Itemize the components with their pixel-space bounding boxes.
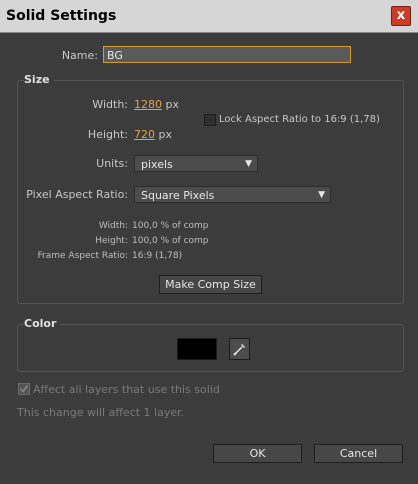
height-label: Height: [87,128,128,141]
size-group-title: Size [24,73,54,86]
cancel-button[interactable]: Cancel [314,444,403,463]
width-field: 1280 px [134,98,179,111]
ok-button[interactable]: OK [213,444,302,463]
color-swatch[interactable] [177,338,217,360]
info-height-label: Height: [95,236,128,246]
change-note: This change will affect 1 layer. [17,406,185,419]
height-value[interactable]: 720 [134,128,155,141]
color-group-title: Color [24,317,61,330]
window-title: Solid Settings [6,8,117,24]
units-select[interactable]: pixels ▼ [134,155,258,172]
info-far-value: 16:9 (1,78) [132,251,183,261]
height-field: 720 px [134,128,172,141]
lock-aspect-checkbox[interactable] [204,114,216,126]
eyedropper-icon [233,344,245,356]
eyedropper-button[interactable] [229,338,250,360]
name-input[interactable]: BG [103,46,351,63]
make-comp-size-button[interactable]: Make Comp Size [159,275,262,294]
close-button[interactable]: x [391,6,411,26]
info-width-value: 100,0 % of comp [132,221,209,231]
lock-aspect-label: Lock Aspect Ratio to 16:9 (1,78) [219,114,380,125]
units-value: pixels [141,158,173,171]
width-unit: px [165,98,180,111]
close-icon: x [396,8,406,23]
chevron-down-icon: ▼ [318,190,325,200]
par-value: Square Pixels [141,189,215,202]
info-far-label: Frame Aspect Ratio: [37,251,128,261]
affect-all-checkbox[interactable] [18,383,30,395]
height-unit: px [158,128,173,141]
par-select[interactable]: Square Pixels ▼ [134,186,331,203]
check-icon [19,385,29,393]
par-label: Pixel Aspect Ratio: [26,188,128,201]
title-bar: Solid Settings x [0,0,418,33]
affect-all-label: Affect all layers that use this solid [33,383,220,396]
chevron-down-icon: ▼ [245,159,252,169]
width-value[interactable]: 1280 [134,98,162,111]
width-label: Width: [92,98,128,111]
info-height-value: 100,0 % of comp [132,236,209,246]
units-label: Units: [96,157,128,170]
name-label: Name: [61,49,98,62]
info-width-label: Width: [98,221,128,231]
